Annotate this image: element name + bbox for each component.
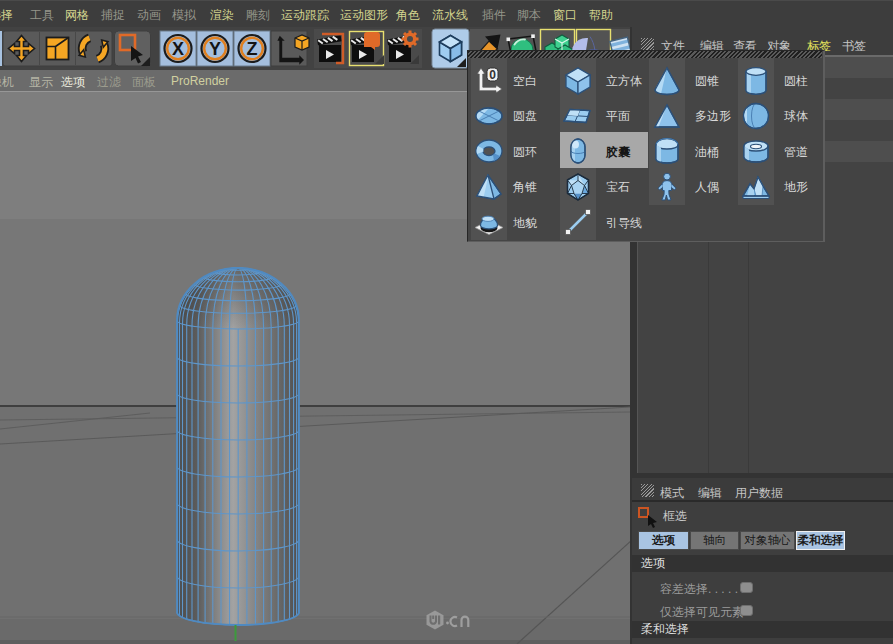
svg-text:Z: Z	[247, 39, 258, 59]
svg-text:0: 0	[489, 68, 496, 82]
svg-text:Y: Y	[209, 39, 221, 59]
svg-text:X: X	[172, 39, 184, 59]
